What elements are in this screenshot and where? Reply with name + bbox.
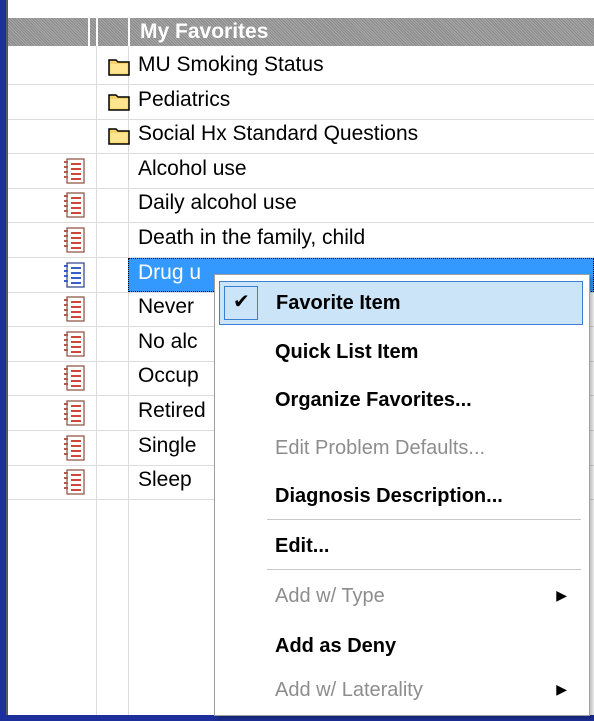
row-label: No alc [138, 329, 198, 353]
checkmark-box: ✔ [224, 286, 258, 320]
folder-icon [108, 91, 130, 111]
row-label: Alcohol use [138, 156, 247, 180]
menu-item-label: Add w/ Laterality [275, 679, 423, 701]
row-label: Sleep [138, 468, 192, 492]
menu-item-label: Diagnosis Description... [275, 485, 503, 507]
menu-separator [267, 569, 581, 570]
menu-item-favorite-item[interactable]: ✔ Favorite Item [219, 281, 583, 325]
menu-item-edit-problem-defaults: Edit Problem Defaults... [219, 427, 583, 471]
list-document-icon [62, 468, 86, 496]
checkmark-icon: ✔ [233, 291, 250, 313]
menu-item-label: Quick List Item [275, 341, 419, 363]
favorite-item-row[interactable]: Alcohol use [8, 154, 594, 189]
menu-item-organize-favorites[interactable]: Organize Favorites... [219, 379, 583, 423]
row-label: Single [138, 433, 197, 457]
list-document-icon [62, 261, 86, 289]
row-label: Death in the family, child [138, 226, 366, 249]
list-document-icon [62, 364, 86, 392]
list-document-icon [62, 330, 86, 358]
list-document-icon [62, 295, 86, 323]
menu-item-label: Add w/ Type [275, 585, 385, 607]
menu-item-add-w-laterality: Add w/ Laterality ▶ [219, 669, 583, 713]
menu-item-add-w-type: Add w/ Type ▶ [219, 575, 583, 619]
menu-item-label: Edit... [275, 535, 330, 557]
row-label: Drug u [138, 260, 202, 284]
context-menu: ✔ Favorite Item Quick List Item Organize Fa… [214, 274, 590, 716]
row-label: Daily alcohol use [138, 191, 297, 215]
row-label: Never [138, 295, 195, 319]
header-cell [98, 18, 128, 46]
menu-item-quick-list-item[interactable]: Quick List Item [219, 331, 583, 375]
menu-item-label: Favorite Item [276, 292, 401, 314]
menu-item-label: Add as Deny [275, 635, 397, 657]
row-label: MU Smoking Status [138, 53, 324, 76]
menu-item-label: Organize Favorites... [275, 389, 472, 411]
favorite-item-row[interactable]: Daily alcohol use [8, 188, 594, 224]
row-label: Occup [138, 364, 199, 388]
row-label: Social Hx Standard Questions [138, 122, 419, 146]
submenu-arrow-icon: ▶ [556, 587, 567, 603]
list-document-icon [62, 399, 86, 427]
folder-row[interactable]: Social Hx Standard Questions [8, 119, 594, 155]
favorites-header: My Favorites [8, 18, 594, 46]
menu-separator [267, 519, 581, 520]
folder-icon [108, 56, 130, 76]
list-document-icon [62, 226, 86, 254]
header-title: My Favorites [140, 20, 269, 43]
list-document-icon [62, 157, 86, 185]
submenu-arrow-icon: ▶ [556, 681, 567, 697]
folder-row[interactable]: MU Smoking Status [8, 50, 594, 85]
list-document-icon [62, 434, 86, 462]
favorite-item-row[interactable]: Death in the family, child [8, 223, 594, 258]
menu-item-edit[interactable]: Edit... [219, 525, 583, 569]
row-label: Pediatrics [138, 87, 231, 111]
menu-item-label: Edit Problem Defaults... [275, 437, 486, 459]
folder-row[interactable]: Pediatrics [8, 85, 594, 120]
list-document-icon [62, 191, 86, 219]
menu-item-add-as-deny[interactable]: Add as Deny [219, 625, 583, 669]
header-cell [8, 18, 88, 46]
folder-icon [108, 125, 130, 145]
menu-item-diagnosis-description[interactable]: Diagnosis Description... [219, 475, 583, 519]
row-label: Retired [138, 399, 206, 422]
